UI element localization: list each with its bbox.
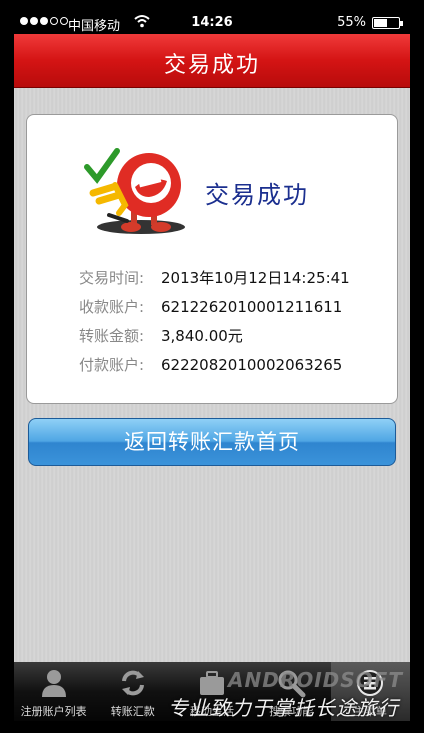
title-bar: 交易成功 (14, 34, 410, 88)
back-to-transfer-home-button[interactable]: 返回转账汇款首页 (28, 418, 396, 466)
tab-label: 移动生活 (190, 705, 234, 718)
content-area: 交易成功 交易时间: 2013年10月12日14:25:41 收款账户: 62122… (14, 88, 410, 662)
main-menu-icon (357, 670, 384, 696)
success-logo-icon (84, 148, 185, 234)
screen: 中国移动 14:26 55% 交易成功 交易成功 交易时间: 2013年10月1… (14, 12, 410, 721)
status-bar: 中国移动 14:26 55% (14, 12, 410, 34)
detail-row-payee-account: 收款账户: 6212262010001211611 (79, 296, 342, 317)
result-card: 交易成功 交易时间: 2013年10月12日14:25:41 收款账户: 62122… (26, 114, 398, 404)
detail-label: 收款账户: (79, 298, 145, 316)
detail-row-payer-account: 付款账户: 6222082010002063265 (79, 354, 342, 375)
tab-search[interactable]: 搜索功能 (252, 662, 331, 721)
tab-bar: 注册账户列表 转账汇款 移动生活 搜索功能 主菜单 (14, 662, 410, 721)
person-icon (41, 670, 66, 697)
battery-percent: 55% (337, 15, 366, 30)
detail-value: 3,840.00元 (161, 327, 243, 345)
detail-row-time: 交易时间: 2013年10月12日14:25:41 (79, 267, 350, 288)
tab-account-list[interactable]: 注册账户列表 (14, 662, 93, 721)
briefcase-icon (200, 671, 224, 695)
page-title: 交易成功 (163, 53, 260, 78)
phone-frame: 中国移动 14:26 55% 交易成功 交易成功 交易时间: 2013年10月1… (0, 0, 424, 733)
tab-label: 注册账户列表 (20, 705, 87, 718)
detail-value: 6222082010002063265 (161, 356, 343, 374)
detail-label: 交易时间: (79, 269, 145, 287)
detail-label: 转账金额: (79, 327, 145, 345)
detail-label: 付款账户: (79, 356, 145, 374)
tab-label: 主菜单 (353, 705, 387, 718)
battery-icon (372, 17, 403, 29)
tab-label: 搜索功能 (269, 705, 314, 718)
tab-main-menu[interactable]: 主菜单 (330, 662, 410, 721)
tab-label: 转账汇款 (110, 705, 155, 718)
tab-mobile-life[interactable]: 移动生活 (172, 662, 251, 721)
success-headline: 交易成功 (205, 181, 309, 209)
detail-value: 6212262010001211611 (161, 298, 343, 316)
refresh-icon (121, 670, 144, 696)
search-icon (278, 670, 306, 698)
detail-row-amount: 转账金额: 3,840.00元 (79, 325, 243, 346)
detail-value: 2013年10月12日14:25:41 (161, 269, 350, 287)
tab-transfer[interactable]: 转账汇款 (93, 662, 172, 721)
